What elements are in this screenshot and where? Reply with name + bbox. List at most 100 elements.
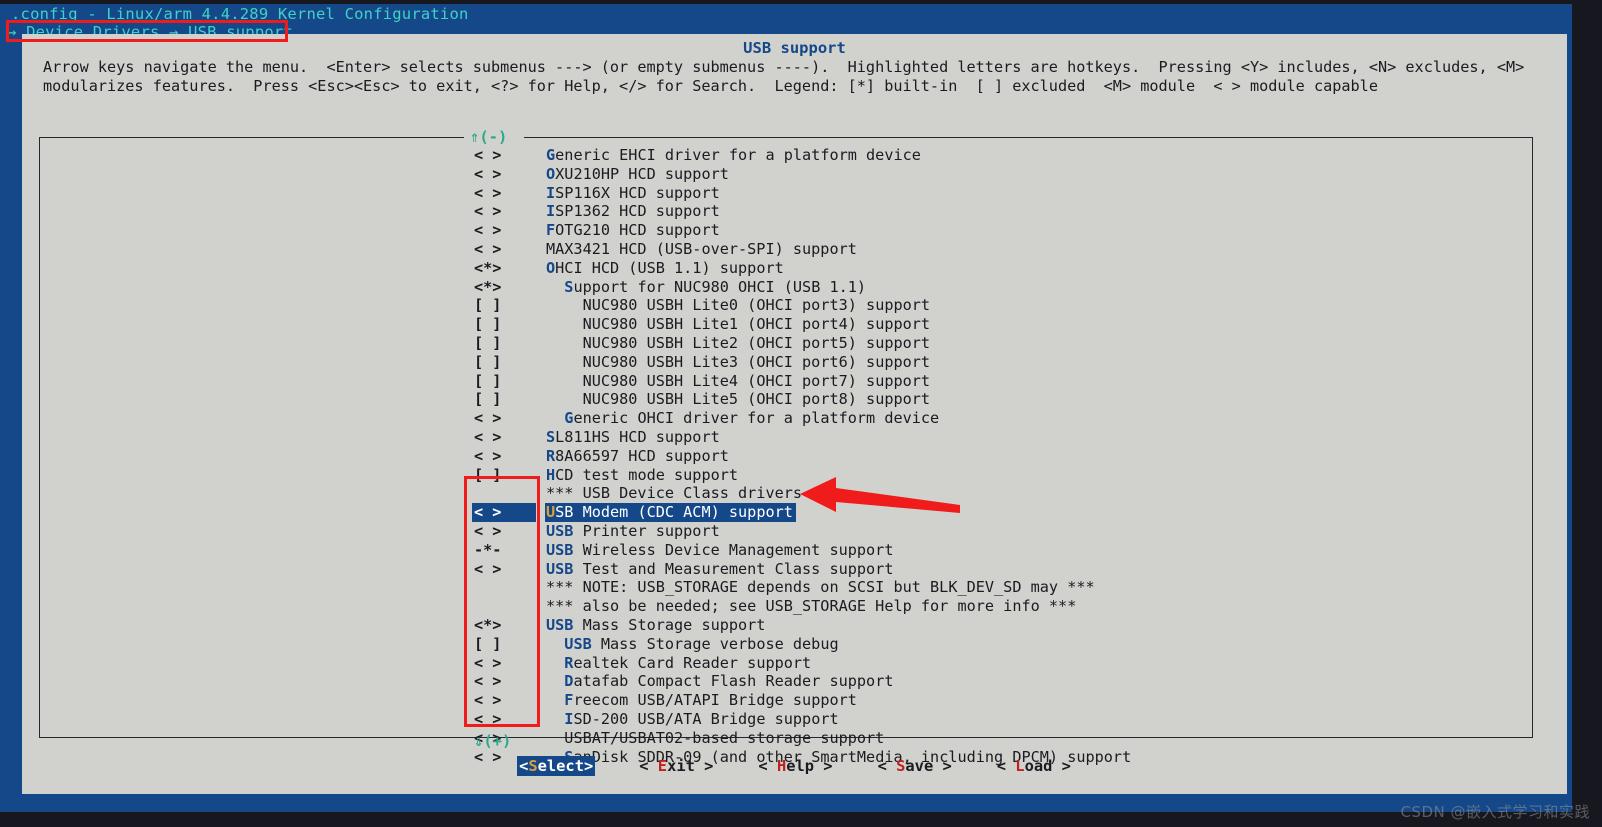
menu-row-hotkey: G: [564, 409, 574, 428]
menu-row[interactable]: <*> USB Mass Storage support: [22, 616, 1567, 635]
menu-row[interactable]: < > FOTG210 HCD support: [22, 221, 1567, 240]
menu-row-selected[interactable]: < > USB Modem (CDC ACM) support: [22, 503, 1567, 522]
menu-row-hotkey: D: [564, 672, 574, 691]
menu-row[interactable]: [ ] NUC980 USBH Lite4 (OHCI port7) suppor…: [22, 372, 1567, 391]
menu-row-state-tag: [ ]: [474, 352, 502, 371]
menu-row[interactable]: < > ISD-200 USB/ATA Bridge support: [22, 710, 1567, 729]
menu-row[interactable]: < > USB Printer support: [22, 522, 1567, 541]
menu-row[interactable]: *** USB Device Class drivers ***: [22, 484, 1567, 503]
menu-row-hotkey: I: [564, 709, 574, 728]
scroll-up-indicator[interactable]: ⇑(-): [470, 128, 507, 146]
menu-row-label: USB Mass Storage support: [546, 615, 766, 634]
menu-rows: < > Generic EHCI driver for a platform de…: [22, 146, 1567, 766]
menu-row[interactable]: [ ] NUC980 USBH Lite0 (OHCI port3) suppor…: [22, 296, 1567, 315]
menu-row-label: SL811HS HCD support: [546, 427, 720, 446]
menu-row-label: Generic OHCI driver for a platform devic…: [564, 409, 940, 428]
menu-row-label: USBAT/USBAT02-based storage support: [564, 728, 885, 747]
menu-row-label: *** NOTE: USB_STORAGE depends on SCSI bu…: [546, 578, 1095, 597]
menu-row-state-tag: < >: [474, 691, 502, 710]
menu-row-state-tag: < >: [474, 183, 502, 202]
menu-row-state-tag: < >: [474, 709, 502, 728]
menu-row[interactable]: [ ] NUC980 USBH Lite1 (OHCI port4) suppor…: [22, 315, 1567, 334]
menu-row-label: USB Wireless Device Management support: [546, 540, 894, 559]
menu-row-state-tag: [ ]: [474, 296, 502, 315]
menu-row-state-tag: <*>: [474, 258, 502, 277]
menu-row[interactable]: [ ] USB Mass Storage verbose debug: [22, 635, 1567, 654]
menu-row[interactable]: <*> OHCI HCD (USB 1.1) support: [22, 259, 1567, 278]
menu-row-hotkey: USB: [546, 540, 574, 559]
menu-row-label: NUC980 USBH Lite5 (OHCI port8) support: [582, 390, 931, 409]
menuconfig-screen: .config - Linux/arm 4.4.289 Kernel Confi…: [0, 0, 1602, 827]
menu-row-state-tag: < >: [474, 409, 502, 428]
menu-row-label: USB Modem (CDC ACM) support: [546, 503, 793, 522]
menu-row-label: Support for NUC980 OHCI (USB 1.1): [564, 277, 867, 296]
window-title: .config - Linux/arm 4.4.289 Kernel Confi…: [11, 5, 469, 23]
menu-row[interactable]: < > Generic EHCI driver for a platform de…: [22, 146, 1567, 165]
menu-row-hotkey: R: [564, 653, 574, 672]
page-title: USB support: [743, 39, 846, 57]
menu-row-label: Freecom USB/ATAPI Bridge support: [564, 691, 857, 710]
menu-row-label: NUC980 USBH Lite0 (OHCI port3) support: [582, 296, 931, 315]
menu-row-hotkey: R: [546, 446, 556, 465]
menu-row-label: HCD test mode support: [546, 465, 739, 484]
menu-row-label: FOTG210 HCD support: [546, 221, 720, 240]
menu-row-state-tag: < >: [474, 503, 502, 522]
menu-row-hotkey: O: [546, 164, 556, 183]
help-line-1: Arrow keys navigate the menu. <Enter> se…: [43, 58, 1525, 76]
menu-row[interactable]: *** NOTE: USB_STORAGE depends on SCSI bu…: [22, 578, 1567, 597]
menu-row-state-tag: -*-: [474, 540, 502, 559]
menu-row-label: USB Printer support: [546, 521, 720, 540]
menu-row[interactable]: < > Datafab Compact Flash Reader support: [22, 672, 1567, 691]
menu-row-hotkey: O: [546, 258, 556, 277]
select-button-hotkey: S: [528, 757, 538, 775]
menu-row[interactable]: < > ISP116X HCD support: [22, 184, 1567, 203]
menu-row-hotkey: USB: [564, 634, 592, 653]
menu-row[interactable]: [ ] NUC980 USBH Lite3 (OHCI port6) suppor…: [22, 353, 1567, 372]
save-button-hotkey: S: [896, 757, 906, 775]
menu-row[interactable]: [ ] HCD test mode support: [22, 466, 1567, 485]
menu-row[interactable]: [ ] NUC980 USBH Lite2 (OHCI port5) suppor…: [22, 334, 1567, 353]
menu-row[interactable]: [ ] NUC980 USBH Lite5 (OHCI port8) suppor…: [22, 390, 1567, 409]
exit-button[interactable]: < Exit >: [638, 756, 714, 776]
menu-row-label: *** also be needed; see USB_STORAGE Help…: [546, 597, 1077, 616]
menu-row[interactable]: -*- USB Wireless Device Management suppor…: [22, 541, 1567, 560]
scroll-down-indicator[interactable]: ⇓(+): [474, 732, 511, 750]
menu-row[interactable]: < > OXU210HP HCD support: [22, 165, 1567, 184]
menu-row[interactable]: < > ISP1362 HCD support: [22, 202, 1567, 221]
menu-row-state-tag: < >: [474, 446, 502, 465]
menu-row[interactable]: < > MAX3421 HCD (USB-over-SPI) support: [22, 240, 1567, 259]
menu-row[interactable]: < > USB Test and Measurement Class suppor…: [22, 560, 1567, 579]
menu-row[interactable]: < > Realtek Card Reader support: [22, 654, 1567, 673]
menu-row-hotkey: F: [546, 221, 556, 240]
menu-row-label: USB Test and Measurement Class support: [546, 559, 894, 578]
menu-row-hotkey: USB: [546, 521, 574, 540]
save-button[interactable]: < Save >: [877, 756, 953, 776]
select-button[interactable]: <Select>: [517, 756, 596, 776]
menu-row-label: NUC980 USBH Lite4 (OHCI port7) support: [582, 371, 931, 390]
menu-row[interactable]: *** also be needed; see USB_STORAGE Help…: [22, 597, 1567, 616]
menu-row-hotkey: H: [546, 465, 556, 484]
menu-row-state-tag: < >: [474, 521, 502, 540]
menu-row[interactable]: < > USBAT/USBAT02-based storage support: [22, 729, 1567, 748]
menu-row[interactable]: < > Generic OHCI driver for a platform de…: [22, 409, 1567, 428]
menu-row-label: ISP1362 HCD support: [546, 202, 720, 221]
menu-row[interactable]: < > SL811HS HCD support: [22, 428, 1567, 447]
button-bar: <Select> < Exit > < Help > < Save > < Load >: [22, 756, 1567, 776]
load-button-hotkey: L: [1015, 757, 1025, 775]
menu-row-state-tag: < >: [474, 239, 502, 258]
load-button[interactable]: < Load >: [996, 756, 1072, 776]
menu-row-state-tag: < >: [474, 202, 502, 221]
menu-row-state-tag: < >: [474, 221, 502, 240]
menu-row[interactable]: < > Freecom USB/ATAPI Bridge support: [22, 691, 1567, 710]
menu-row-hotkey: U: [546, 503, 556, 522]
menu-row[interactable]: < > R8A66597 HCD support: [22, 447, 1567, 466]
menu-row[interactable]: <*> Support for NUC980 OHCI (USB 1.1): [22, 278, 1567, 297]
help-button[interactable]: < Help >: [757, 756, 833, 776]
menu-row-label: Generic EHCI driver for a platform devic…: [546, 146, 921, 164]
menu-row-hotkey: S: [564, 277, 574, 296]
help-button-hotkey: H: [776, 757, 787, 775]
menu-row-label: Realtek Card Reader support: [564, 653, 812, 672]
menu-row-state-tag: < >: [474, 146, 502, 164]
menu-row-hotkey: I: [546, 202, 556, 221]
watermark: CSDN @嵌入式学习和实践: [1400, 803, 1590, 821]
